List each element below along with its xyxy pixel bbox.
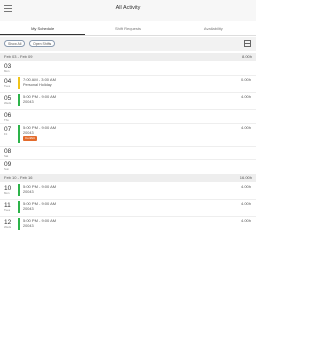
tab-my-schedule[interactable]: My Schedule [0, 23, 86, 35]
shift-color-bar [18, 184, 20, 196]
day-label: 10 Mon [4, 185, 11, 195]
day-of-week: Sun [4, 167, 9, 171]
shift-time: 7:00 AM - 3:00 AM [23, 77, 56, 82]
divider [0, 109, 256, 110]
app-header: All Activity [0, 0, 256, 21]
shift-time: 5:00 PM - 9:00 AM [23, 125, 57, 130]
shift-color-bar [18, 218, 20, 230]
day-label: 08 Sat [4, 148, 11, 158]
shift-time: 5:00 PM - 9:00 AM [23, 201, 57, 206]
tab-availability[interactable]: Availability [171, 23, 256, 35]
day-of-week: Weds [4, 101, 12, 105]
shift-time: 5:00 PM - 9:00 AM [23, 184, 57, 189]
day-of-week: Fri [4, 132, 8, 136]
day-of-week: Tues [4, 84, 11, 88]
calendar-icon[interactable] [244, 40, 251, 47]
page-title: All Activity [115, 5, 141, 11]
filter-bar: Show All Open Shifts [0, 37, 256, 51]
shift-item[interactable]: 5:00 PM - 9:00 AM 20043 Conflict 4.00h [18, 125, 252, 143]
shift-detail: 20043 [23, 131, 34, 135]
shift-hours: 4.00h [240, 201, 251, 206]
day-label: 11 Tues [4, 202, 11, 212]
divider [0, 159, 256, 160]
day-label: 12 Weds [4, 219, 11, 229]
day-label: 09 Sun [4, 161, 11, 171]
week-range: Feb 10 - Feb 16 [4, 175, 33, 180]
divider [0, 123, 256, 124]
week-total-hours: 8.00h [241, 54, 252, 59]
day-of-week: Weds [4, 225, 12, 229]
shift-hours: 4.00h [240, 218, 251, 223]
day-of-week: Sat [4, 154, 9, 158]
day-of-week: Thu [4, 118, 9, 122]
divider [0, 92, 256, 93]
shift-time: 5:00 PM - 9:00 AM [23, 218, 57, 223]
divider [0, 216, 256, 217]
shift-color-bar [18, 94, 20, 106]
conflict-badge: Conflict [23, 136, 38, 141]
shift-hours: 4.00h [240, 94, 251, 99]
shift-hours: 4.00h [240, 125, 251, 130]
shift-item[interactable]: 5:00 PM - 9:00 AM 20043 4.00h [18, 201, 252, 213]
day-label: 05 Weds [4, 95, 11, 105]
shift-hours: 0.00h [240, 77, 251, 82]
shift-detail: 20043 [23, 100, 34, 104]
day-of-week: Tues [4, 208, 11, 212]
shift-time: 5:00 PM - 9:00 AM [23, 94, 57, 99]
shift-item[interactable]: 5:00 PM - 9:00 AM 20043 4.00h [18, 94, 252, 106]
day-of-week: Mon [4, 69, 10, 73]
show-all-button[interactable]: Show All [4, 40, 26, 47]
week-range: Feb 03 - Feb 09 [4, 54, 33, 59]
open-shifts-button[interactable]: Open Shifts [29, 40, 56, 47]
shift-color-bar [18, 125, 20, 143]
day-label: 07 Fri [4, 126, 11, 136]
tab-shift-requests[interactable]: Shift Requests [85, 23, 170, 35]
tab-bar: My Schedule Shift Requests Availability [0, 23, 256, 36]
shift-detail: 20043 [23, 207, 34, 211]
shift-detail: Personal Holiday [23, 83, 52, 87]
divider [0, 75, 256, 76]
shift-hours: 4.00h [240, 184, 251, 189]
day-label: 04 Tues [4, 78, 11, 88]
shift-color-bar [18, 201, 20, 213]
day-label: 03 Mon [4, 63, 11, 73]
shift-detail: 20043 [23, 190, 34, 194]
week-total-hours: 16.00h [239, 175, 252, 180]
divider [0, 146, 256, 147]
divider [0, 199, 256, 200]
shift-color-bar [18, 77, 20, 89]
shift-item[interactable]: 7:00 AM - 3:00 AM Personal Holiday 0.00h [18, 77, 252, 89]
week-header: Feb 10 - Feb 16 16.00h [0, 174, 256, 182]
shift-detail: 20043 [23, 224, 34, 228]
week-header: Feb 03 - Feb 09 8.00h [0, 53, 256, 61]
shift-item[interactable]: 5:00 PM - 9:00 AM 20043 4.00h [18, 218, 252, 230]
day-label: 06 Thu [4, 112, 11, 122]
day-of-week: Mon [4, 191, 10, 195]
shift-item[interactable]: 5:00 PM - 9:00 AM 20043 4.00h [18, 184, 252, 196]
